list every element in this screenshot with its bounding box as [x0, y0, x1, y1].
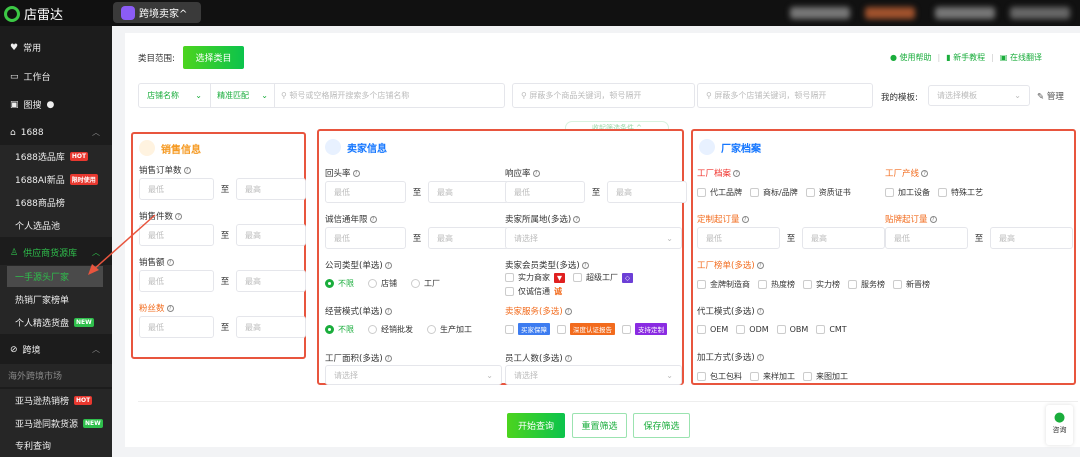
- annotation-arrow: [88, 214, 156, 275]
